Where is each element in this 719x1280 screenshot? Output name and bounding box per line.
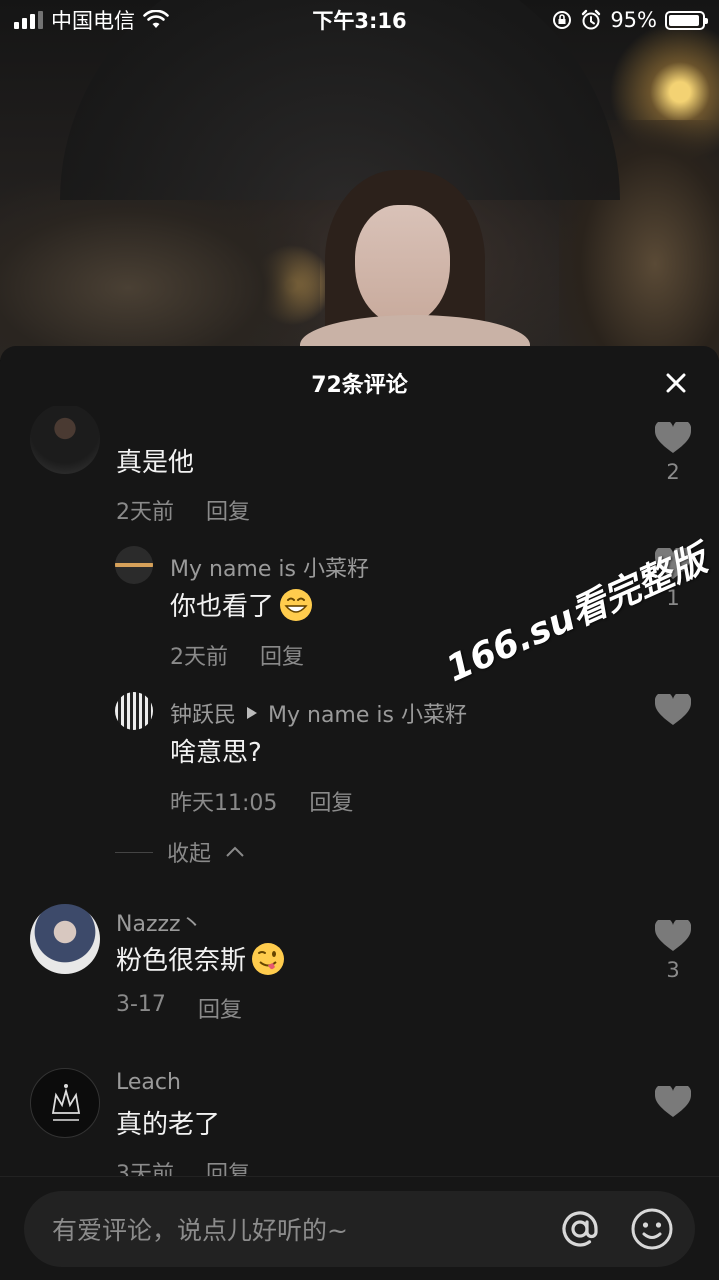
input-icons	[557, 1206, 675, 1252]
reply-username[interactable]: 钟跃民	[170, 697, 236, 729]
grinning-face-icon	[280, 588, 313, 621]
tree-left	[0, 180, 320, 360]
comment-time: 2天前	[116, 500, 174, 525]
carrier-label: 中国电信	[51, 9, 135, 33]
like-button[interactable]	[653, 694, 693, 726]
comment-username[interactable]: Leach	[116, 1070, 181, 1095]
collapse-replies-button[interactable]: 收起	[115, 836, 245, 868]
like-button[interactable]	[653, 1086, 693, 1118]
reply-username[interactable]: My name is 小菜籽	[170, 551, 369, 583]
comment-time: 3-17	[116, 992, 166, 1017]
like-button[interactable]: 3	[653, 920, 693, 982]
video-background[interactable]	[0, 0, 719, 360]
person-face	[355, 205, 450, 325]
crown-logo-icon	[51, 1084, 81, 1121]
battery-fill	[669, 14, 700, 26]
heart-icon	[655, 422, 691, 453]
wifi-icon	[143, 10, 169, 28]
collapse-label: 收起	[167, 842, 212, 867]
mention-button[interactable]	[557, 1206, 603, 1252]
like-count: 3	[666, 958, 680, 982]
reply-text: 你也看了	[170, 586, 314, 623]
reply-meta: 昨天11:05 回复	[170, 785, 353, 817]
signal-icon	[14, 11, 43, 29]
user-avatar-striped[interactable]	[115, 692, 153, 730]
comment-text: 真是他	[116, 448, 195, 478]
user-avatar-photo[interactable]	[30, 406, 100, 474]
heart-icon	[655, 920, 691, 951]
reply-text: 啥意思?	[170, 738, 262, 768]
alarm-icon	[582, 9, 601, 30]
reply-time: 昨天11:05	[170, 791, 278, 816]
user-avatar-crown-logo[interactable]	[30, 1068, 100, 1138]
chevron-up-icon	[226, 846, 244, 857]
smiley-icon	[631, 1208, 673, 1250]
user-avatar-photo[interactable]	[30, 904, 100, 974]
reply-button[interactable]: 回复	[260, 639, 304, 671]
collapse-divider	[115, 851, 153, 853]
status-bar: 中国电信 下午3:16 95%	[0, 0, 719, 40]
reply-username-line: 钟跃民 My name is 小菜籽	[170, 697, 467, 729]
comment-meta: 2天前 回复	[116, 494, 250, 526]
rotation-lock-icon	[553, 11, 572, 29]
status-left: 中国电信	[14, 5, 169, 35]
at-icon	[562, 1211, 598, 1247]
battery-icon	[665, 10, 708, 30]
reply-button[interactable]: 回复	[309, 785, 353, 817]
reply-meta: 2天前 回复	[170, 639, 304, 671]
heart-icon	[655, 1086, 691, 1117]
emoji-button[interactable]	[629, 1206, 675, 1252]
comment-input-placeholder: 有爱评论，说点儿好听的~	[52, 1216, 348, 1245]
user-avatar-logo[interactable]	[115, 546, 153, 584]
comment-text: 粉色很奈斯	[116, 940, 286, 977]
comment-meta: 3-17 回复	[116, 992, 242, 1024]
comment-list[interactable]: 真是他 2天前 回复 2 My name is 小菜籽 你也看了 2天前 回复 …	[0, 406, 719, 1181]
status-right: 95%	[552, 8, 708, 32]
reply-arrow-icon	[247, 707, 258, 719]
comment-panel: 72条评论 真是他 2天前 回复 2 My name is 小菜籽 你也看了 2…	[0, 346, 719, 1280]
like-button[interactable]: 2	[653, 422, 693, 484]
comment-text: 真的老了	[116, 1110, 221, 1140]
heart-icon	[655, 694, 691, 725]
like-count: 2	[666, 460, 680, 484]
comment-username[interactable]: Nazzz丶	[116, 906, 203, 938]
close-icon[interactable]	[661, 368, 691, 398]
reply-time: 2天前	[170, 645, 228, 670]
reply-button[interactable]: 回复	[198, 992, 242, 1024]
reply-button[interactable]: 回复	[206, 494, 250, 526]
reply-to-username[interactable]: My name is 小菜籽	[268, 697, 467, 729]
winking-tongue-face-icon	[252, 942, 285, 975]
battery-percent: 95%	[610, 8, 657, 32]
comment-input-bar: 有爱评论，说点儿好听的~	[0, 1176, 719, 1280]
comment-count-title: 72条评论	[311, 373, 408, 398]
